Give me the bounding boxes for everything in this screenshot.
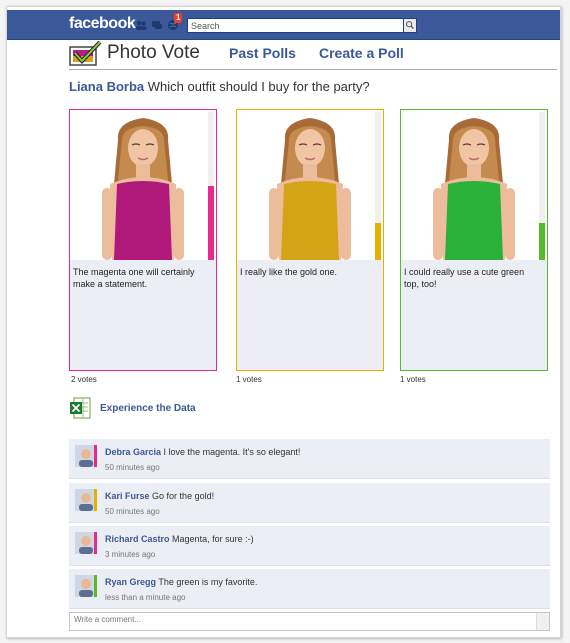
model-figure [433,118,515,260]
nav-past-polls[interactable]: Past Polls [229,45,296,61]
comment-row: Kari Furse Go for the gold! 50 minutes ag… [69,483,550,523]
comment-row: Ryan Gregg The green is my favorite. less… [69,569,550,609]
friends-icon[interactable] [135,19,147,31]
avatar[interactable] [75,532,97,554]
vote-count: 2 votes [71,375,97,384]
comment-body: I love the magenta. It's so elegant! [163,447,301,457]
outfit-photo-green [401,110,547,260]
messages-icon[interactable] [151,19,163,31]
photo-vote-logo-icon[interactable] [69,41,103,67]
vote-meter-fill [375,223,381,260]
facebook-logo[interactable]: facebook [69,15,136,33]
search-button[interactable] [403,18,417,33]
vote-meter-fill [539,223,545,260]
comment-body: The green is my favorite. [158,577,258,587]
avatar[interactable] [75,445,97,467]
search-icon [406,21,414,29]
excel-icon[interactable] [69,397,91,419]
top-bar-icons [135,19,179,31]
app-header: Photo Vote Past Polls Create a Poll [69,41,557,70]
comment-timestamp: 50 minutes ago [105,507,160,516]
search-input[interactable]: Search [187,18,405,33]
avatar[interactable] [75,575,97,597]
comment-timestamp: less than a minute ago [105,593,186,602]
comment-author[interactable]: Kari Furse [105,491,150,501]
comment-text: Richard Castro Magenta, for sure :-) [105,534,254,544]
vote-meter [375,112,381,260]
poll-option-card-gold[interactable]: I really like the gold one. [236,109,384,371]
vote-meter [208,112,214,260]
nav-create-poll[interactable]: Create a Poll [319,45,404,61]
comment-author[interactable]: Ryan Gregg [105,577,156,587]
avatar[interactable] [75,489,97,511]
poll-author[interactable]: Liana Borba [69,79,144,94]
poll-question: Liana Borba Which outfit should I buy fo… [69,79,370,94]
model-figure [269,118,351,260]
comment-text: Ryan Gregg The green is my favorite. [105,577,257,587]
vote-count: 1 votes [236,375,262,384]
window-frame: facebook 1 Search Photo Vote Past Polls … [6,6,561,638]
poll-option-card-green[interactable]: I could really use a cute green top, too… [400,109,548,371]
poll-option-card-magenta[interactable]: The magenta one will certainly make a st… [69,109,217,371]
vote-count: 1 votes [400,375,426,384]
option-caption: The magenta one will certainly make a st… [73,267,195,289]
vote-meter [539,112,545,260]
comment-timestamp: 3 minutes ago [105,550,156,559]
outfit-photo-gold [237,110,383,260]
comment-text: Kari Furse Go for the gold! [105,491,214,501]
facebook-top-bar: facebook 1 Search [7,10,560,40]
comment-input[interactable]: Write a comment... [69,612,550,631]
comment-author[interactable]: Debra Garcia [105,447,161,457]
comment-body: Magenta, for sure :-) [172,534,254,544]
poll-question-text: Which outfit should I buy for the party? [147,79,370,94]
vote-meter-fill [208,186,214,260]
app-title[interactable]: Photo Vote [107,42,200,64]
comment-row: Debra Garcia I love the magenta. It's so… [69,439,550,479]
comment-body: Go for the gold! [152,491,215,501]
option-caption: I really like the gold one. [240,267,338,277]
experience-data-link[interactable]: Experience the Data [100,403,196,414]
comment-author[interactable]: Richard Castro [105,534,170,544]
comment-scrollbar[interactable] [536,613,549,630]
comment-row: Richard Castro Magenta, for sure :-) 3 mi… [69,526,550,566]
option-caption: I could really use a cute green top, too… [404,267,525,289]
model-figure [102,118,184,260]
comment-timestamp: 50 minutes ago [105,463,160,472]
outfit-photo-magenta [70,110,216,260]
notification-badge[interactable]: 1 [174,13,183,23]
comment-text: Debra Garcia I love the magenta. It's so… [105,447,300,457]
